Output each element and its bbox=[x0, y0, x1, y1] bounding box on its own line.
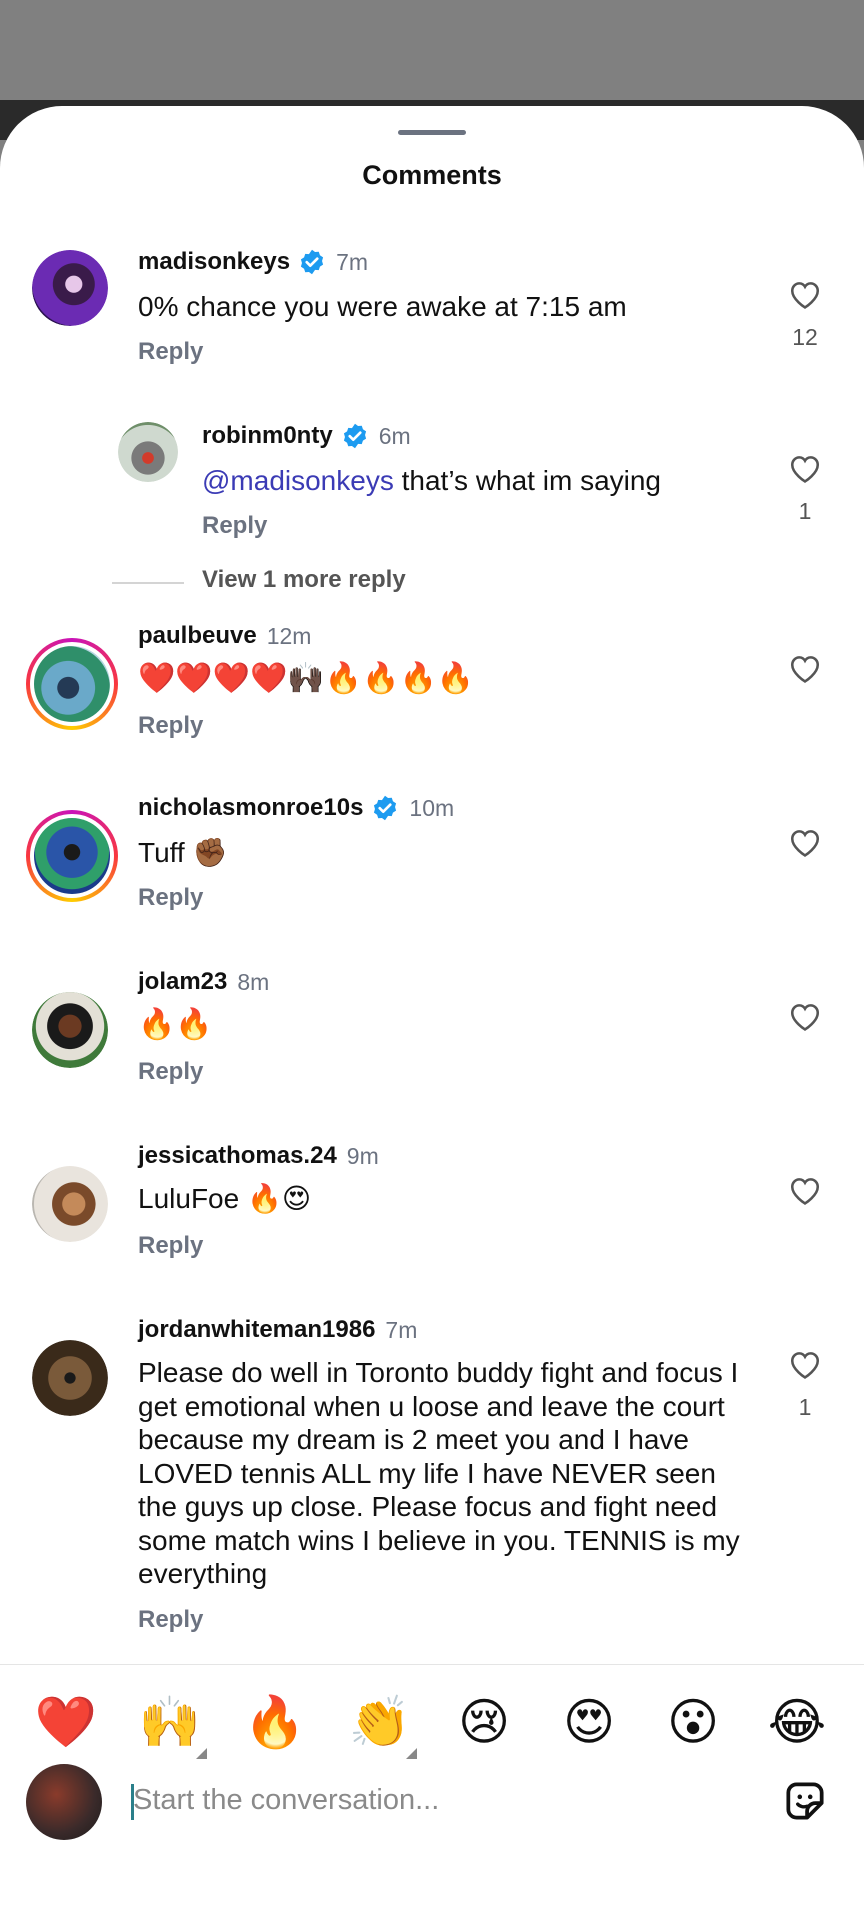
avatar[interactable] bbox=[118, 422, 178, 482]
username[interactable]: jordanwhiteman1986 bbox=[138, 1316, 375, 1344]
sticker-icon[interactable] bbox=[780, 1776, 830, 1826]
timestamp: 6m bbox=[378, 422, 411, 449]
avatar[interactable] bbox=[32, 992, 108, 1068]
avatar-story-ring[interactable] bbox=[26, 810, 118, 902]
verified-badge-icon bbox=[343, 423, 366, 449]
avatar bbox=[34, 818, 110, 894]
reply-button[interactable]: Reply bbox=[138, 1606, 203, 1634]
verified-badge-icon bbox=[374, 795, 397, 821]
like-count: 12 bbox=[792, 324, 818, 350]
timestamp: 9m bbox=[346, 1142, 379, 1169]
comment-text: 🔥🔥 bbox=[138, 1008, 213, 1041]
username[interactable]: jessicathomas.24 bbox=[138, 1142, 337, 1170]
drag-handle[interactable] bbox=[398, 130, 466, 135]
sheet-title: Comments bbox=[362, 160, 502, 190]
comment-text: @madisonkeys that’s what im saying bbox=[202, 464, 762, 498]
like-count: 1 bbox=[798, 1394, 812, 1420]
comment-text: ❤️❤️❤️❤️🙌🏿🔥🔥🔥🔥 bbox=[138, 662, 475, 695]
comment-text: Please do well in Toronto buddy fight an… bbox=[138, 1357, 740, 1589]
avatar bbox=[34, 646, 110, 722]
verified-badge-icon bbox=[300, 249, 324, 275]
heart-icon[interactable] bbox=[788, 1000, 822, 1032]
reply-button[interactable]: Reply bbox=[138, 712, 203, 740]
heart-icon[interactable] bbox=[788, 1174, 822, 1206]
reply-button[interactable]: Reply bbox=[138, 1058, 203, 1086]
dimmed-background[interactable] bbox=[0, 0, 864, 106]
reply-button[interactable]: Reply bbox=[138, 1232, 203, 1260]
comment-username-row: jolam23 8m bbox=[138, 968, 269, 996]
comment-username-row: paulbeuve 12m bbox=[138, 622, 311, 650]
username[interactable]: paulbeuve bbox=[138, 622, 257, 650]
avatar[interactable] bbox=[32, 250, 108, 326]
comment-username-row: nicholasmonroe10s 10m bbox=[138, 794, 454, 822]
comment-username-row: jessicathomas.24 9m bbox=[138, 1142, 379, 1170]
heart-icon[interactable] bbox=[788, 452, 822, 484]
comment-input[interactable]: Start the conversation... bbox=[133, 1784, 439, 1817]
reply-button[interactable]: Reply bbox=[138, 884, 203, 912]
comment-username-row: robinm0nty 6m bbox=[202, 422, 411, 450]
current-user-avatar bbox=[26, 1764, 102, 1840]
comments-sheet: Comments madisonkeys 7m 0% chance you we… bbox=[0, 106, 864, 1920]
heart-icon[interactable] bbox=[788, 826, 822, 858]
composer-divider bbox=[0, 1664, 864, 1665]
avatar[interactable] bbox=[32, 1340, 108, 1416]
timestamp: 12m bbox=[266, 622, 312, 649]
timestamp: 8m bbox=[237, 968, 270, 995]
heart-icon[interactable] bbox=[788, 652, 822, 684]
comment-text-body: that’s what im saying bbox=[393, 465, 662, 496]
comment-composer: Start the conversation... bbox=[0, 1740, 864, 1850]
view-more-replies-button[interactable]: View 1 more reply bbox=[202, 566, 406, 594]
mention-link[interactable]: @madisonkeys bbox=[202, 465, 394, 496]
avatar[interactable] bbox=[32, 1166, 108, 1242]
heart-icon[interactable] bbox=[788, 1348, 822, 1380]
reply-button[interactable]: Reply bbox=[138, 338, 203, 366]
username[interactable]: nicholasmonroe10s bbox=[138, 794, 363, 822]
reply-button[interactable]: Reply bbox=[202, 512, 267, 540]
username[interactable]: robinm0nty bbox=[202, 422, 333, 450]
view-more-divider bbox=[112, 582, 184, 584]
timestamp: 7m bbox=[336, 248, 369, 275]
username[interactable]: jolam23 bbox=[138, 968, 227, 996]
like-count: 1 bbox=[798, 498, 812, 524]
comment-text: 0% chance you were awake at 7:15 am bbox=[138, 291, 627, 322]
comment-username-row: madisonkeys 7m bbox=[138, 248, 368, 276]
username[interactable]: madisonkeys bbox=[138, 248, 290, 276]
comment-text: Tuff ✊🏾 bbox=[138, 837, 228, 868]
avatar-story-ring[interactable] bbox=[26, 638, 118, 730]
comment-username-row: jordanwhiteman1986 7m bbox=[138, 1316, 417, 1344]
timestamp: 7m bbox=[385, 1316, 418, 1343]
comment-text: LuluFoe 🔥😍 bbox=[138, 1183, 312, 1214]
timestamp: 10m bbox=[409, 794, 455, 821]
heart-icon[interactable] bbox=[788, 278, 822, 310]
